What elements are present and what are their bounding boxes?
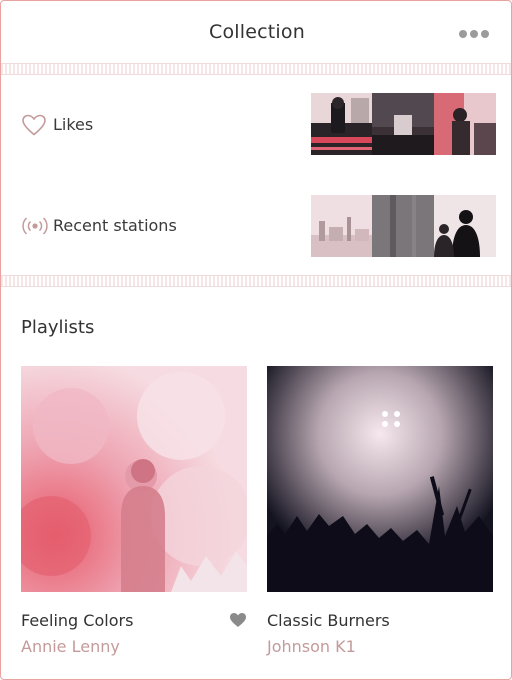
likes-thumb-2: [372, 93, 435, 155]
recent-thumb-1: [311, 195, 373, 257]
divider-top: [1, 63, 511, 75]
recent-stations-row[interactable]: Recent stations: [1, 175, 511, 275]
likes-thumb-3: [433, 93, 496, 155]
playlist-author[interactable]: Johnson K1: [267, 637, 356, 656]
app-frame: Collection Likes Recent stations Playlis…: [0, 0, 512, 680]
more-options-button[interactable]: [459, 27, 489, 41]
ellipsis-icon-dot-2: [470, 30, 478, 38]
recent-stations-thumbnails: [311, 195, 496, 257]
divider-bottom: [1, 275, 511, 287]
playlists-heading: Playlists: [21, 317, 95, 338]
playlist-cover-feeling-colors: [21, 366, 247, 592]
radio-broadcast-icon: [21, 213, 49, 239]
ellipsis-icon: [459, 30, 467, 38]
playlist-card-classic-burners[interactable]: Classic Burners Johnson K1: [267, 366, 493, 656]
playlist-cover-classic-burners: [267, 366, 493, 592]
playlist-author[interactable]: Annie Lenny: [21, 637, 120, 656]
ellipsis-icon-dot-3: [481, 30, 489, 38]
recent-thumb-2: [372, 195, 435, 257]
heart-outline-icon: [21, 112, 47, 138]
page-title: Collection: [209, 21, 305, 43]
playlist-name: Feeling Colors: [21, 611, 134, 630]
header: Collection: [1, 1, 511, 63]
likes-row[interactable]: Likes: [1, 75, 511, 175]
playlist-card-feeling-colors[interactable]: Feeling Colors Annie Lenny: [21, 366, 247, 656]
recent-stations-label: Recent stations: [53, 216, 177, 235]
likes-thumb-1: [311, 93, 373, 155]
playlist-name: Classic Burners: [267, 611, 390, 630]
recent-thumb-3: [433, 195, 496, 257]
likes-thumbnails: [311, 93, 496, 155]
likes-label: Likes: [53, 115, 94, 134]
heart-filled-icon[interactable]: [229, 612, 247, 628]
